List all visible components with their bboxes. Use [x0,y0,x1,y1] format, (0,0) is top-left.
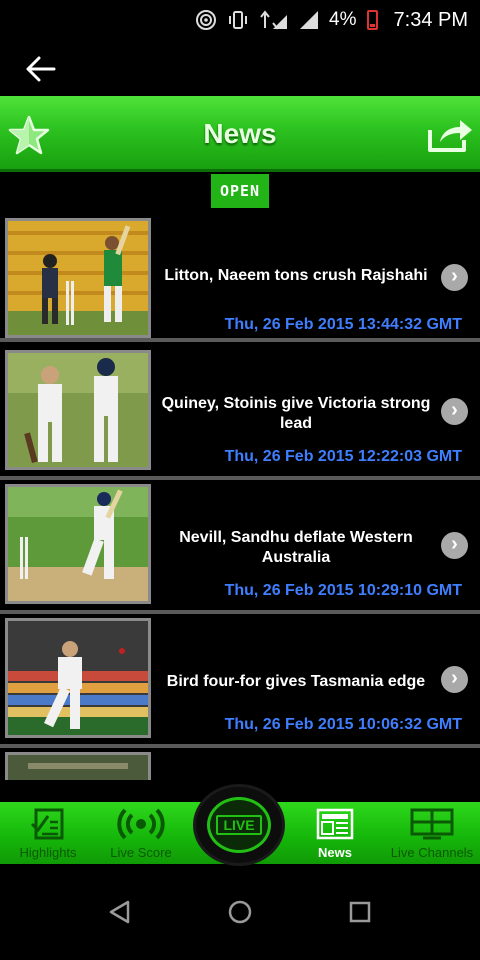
nav-label: News [318,845,352,860]
news-date: Thu, 26 Feb 2015 10:29:10 GMT [224,582,462,599]
arrow-left-icon [26,56,56,82]
share-icon [428,120,472,152]
divider [0,338,480,342]
news-list[interactable]: OPEN Litton, Naeem tons crush Rajshahi ›… [0,172,480,780]
tv-icon [410,808,454,840]
news-item[interactable] [0,748,480,780]
back-button[interactable] [24,54,58,84]
nav-label: Highlights [19,845,77,860]
nav-news[interactable]: News [290,802,380,864]
system-home-button[interactable] [227,899,253,930]
news-thumbnail [5,350,151,470]
signal-icon [299,10,319,30]
news-date: Thu, 26 Feb 2015 10:06:32 GMT [224,716,462,733]
live-label: LIVE [216,815,262,835]
bottom-nav: Highlights Live Score LIVE News Live Cha… [0,780,480,866]
chevron-right-icon[interactable]: › [441,532,468,559]
live-button[interactable]: LIVE [193,784,285,866]
nav-label: Live Channels [390,845,474,860]
chevron-right-icon[interactable]: › [441,264,468,291]
news-item[interactable]: Quiney, Stoinis give Victoria strong lea… [0,346,480,480]
news-item[interactable]: Litton, Naeem tons crush Rajshahi › Thu,… [0,208,480,342]
news-date: Thu, 26 Feb 2015 12:22:03 GMT [224,448,462,465]
news-title: Nevill, Sandhu deflate Western Australia [179,529,413,566]
app-bar [0,40,480,96]
chevron-right-icon[interactable]: › [441,398,468,425]
system-back-button[interactable] [108,899,132,930]
news-thumbnail [5,752,151,780]
news-title: Litton, Naeem tons crush Rajshahi [164,267,428,284]
nav-highlights[interactable]: Highlights [0,802,96,864]
news-item[interactable]: Nevill, Sandhu deflate Western Australia… [0,480,480,614]
news-title: Bird four-for gives Tasmania edge [166,673,426,690]
system-recents-button[interactable] [348,899,372,930]
news-thumbnail [5,218,151,338]
circle-home-icon [228,900,252,924]
share-button[interactable] [426,116,474,154]
broadcast-icon [117,808,165,840]
page-title: News [203,118,277,149]
news-title: Quiney, Stoinis give Victoria strong lea… [161,395,431,432]
nav-live-channels[interactable]: Live Channels [384,802,480,864]
hotspot-icon [195,9,217,31]
news-date: Thu, 26 Feb 2015 13:44:32 GMT [224,316,462,333]
system-nav-bar [0,866,480,960]
open-tab-label: OPEN [219,182,261,200]
battery-low-icon [366,10,378,30]
status-time: 7:34 PM [393,8,468,31]
news-thumbnail [5,484,151,604]
newspaper-icon [316,808,354,840]
data-hplus-icon [259,9,289,31]
chevron-right-icon[interactable]: › [441,666,468,693]
vibrate-icon [227,9,249,31]
status-bar: 4% 7:34 PM [0,0,480,40]
nav-live-score[interactable]: Live Score [96,802,186,864]
square-recents-icon [349,901,371,923]
tv-icon: LIVE [207,797,271,853]
title-bar: News [0,96,480,172]
news-item[interactable]: Bird four-for gives Tasmania edge › Thu,… [0,614,480,748]
highlights-icon [30,808,64,840]
battery-percent: 4% [329,9,357,30]
triangle-back-icon [109,900,130,924]
news-thumbnail [5,618,151,738]
nav-label: Live Score [110,845,172,860]
